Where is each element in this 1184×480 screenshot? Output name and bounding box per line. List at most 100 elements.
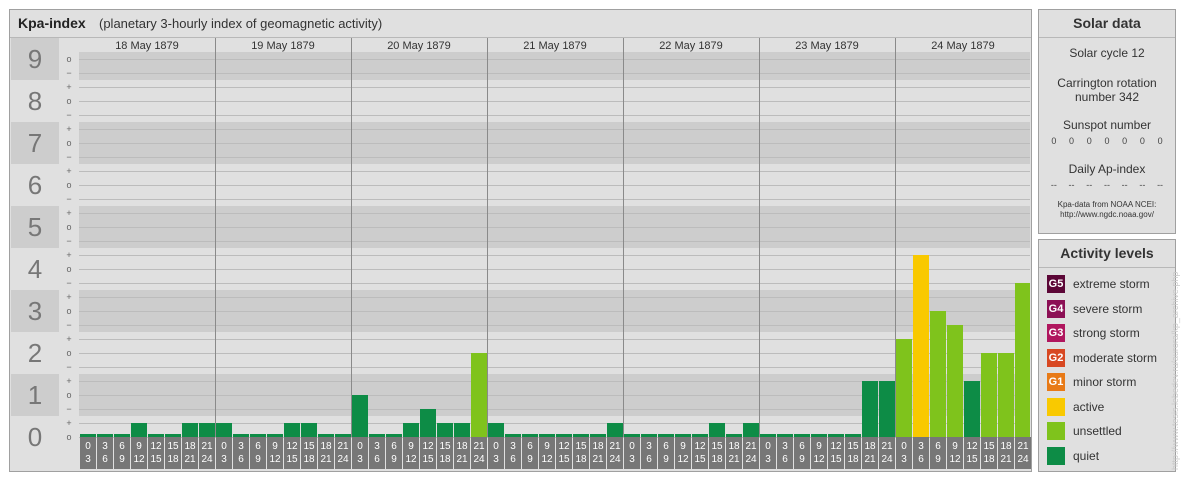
activity-level-label: unsettled: [1073, 424, 1122, 438]
kp-bar: [930, 311, 946, 437]
interval-tick-label: 69: [386, 437, 402, 469]
kp-bar: [131, 423, 147, 437]
date-label: 23 May 1879: [795, 40, 859, 52]
activity-level-swatch: [1047, 422, 1065, 440]
interval-tick-label: 69: [794, 437, 810, 469]
date-label: 19 May 1879: [251, 40, 315, 52]
plot-area: 18 May 1879 0 3 3 6 6 9 9 12 12 15 15 18 18 21 21 24 19 M…: [79, 38, 1031, 469]
interval-tick-label: 36: [233, 437, 249, 469]
interval-tick-label: 12 15: [692, 437, 708, 469]
activity-level-item: G5 extreme storm: [1047, 274, 1150, 294]
date-label: 24 May 1879: [931, 40, 995, 52]
k-sub-mark: +: [66, 124, 72, 134]
interval-tick-label: 9 12: [267, 437, 283, 469]
activity-level-swatch: G2: [1047, 348, 1065, 367]
k-sub-mark: o: [66, 432, 72, 442]
k-sub-mark: +: [66, 334, 72, 344]
activity-level-swatch: [1047, 397, 1065, 416]
k-sub-mark: +: [66, 208, 72, 218]
interval-tick-label: 03: [624, 437, 640, 469]
k-level-2: 2: [27, 338, 43, 368]
activity-level-item: unsettled: [1047, 421, 1122, 441]
k-sub-mark: +: [66, 418, 72, 428]
k-sub-mark: −: [66, 320, 72, 330]
interval-tick-label: 21 24: [743, 437, 759, 469]
k-level-3: 3: [11, 290, 59, 332]
activity-level-swatch: [1047, 446, 1065, 465]
activity-level-swatch: G4: [1047, 299, 1065, 318]
k-sub-mark: −: [66, 68, 72, 78]
kp-bar: [743, 423, 759, 437]
interval-tick-label: 69: [658, 437, 674, 469]
ap-label: Daily Ap-index: [1068, 162, 1146, 176]
interval-tick-label: 69: [930, 437, 946, 469]
k-level-1: 1: [11, 374, 59, 416]
interval-tick-label: 36: [369, 437, 385, 469]
kp-bar: [420, 408, 436, 437]
interval-tick-label: 9 12: [675, 437, 691, 469]
interval-tick-label: 12 15: [284, 437, 300, 469]
interval-tick-label: 36: [913, 437, 929, 469]
interval-tick-label: 15 18: [845, 437, 861, 469]
kp-bar: [437, 423, 453, 437]
k-sub-mark: o: [66, 138, 72, 148]
interval-tick-label: 18 21: [318, 437, 334, 469]
k-sub-mark: o: [66, 180, 72, 190]
ap-value: --: [1121, 180, 1128, 190]
activity-level-swatch: G1: [1047, 373, 1065, 391]
interval-tick-label: 21 24: [199, 437, 215, 469]
data-source-url[interactable]: http://www.ngdc.noaa.gov/: [1039, 210, 1175, 220]
kp-bar: [199, 423, 215, 437]
k-level-8: 8: [27, 86, 43, 116]
k-level-9: 9: [11, 38, 59, 80]
k-level-4: 4: [27, 254, 43, 284]
interval-tick-label: 15 18: [437, 437, 453, 469]
ap-value: --: [1050, 180, 1057, 190]
kpa-bar-chart: [79, 38, 1030, 438]
kp-bar: [964, 381, 980, 437]
interval-tick-label: 15 18: [709, 437, 725, 469]
k-level-axis: 0 1 2 3 4 5 6 7 8 9: [11, 38, 59, 469]
interval-tick-label: 21 24: [607, 437, 623, 469]
k-sub-mark: −: [66, 278, 72, 288]
kp-bar: [454, 423, 470, 437]
k-sub-mark: −: [66, 152, 72, 162]
sunspot-value: 0: [1104, 136, 1110, 146]
sunspot-value: 0: [1122, 136, 1128, 146]
k-sub-mark: o: [66, 222, 72, 232]
k-sub-mark: +: [66, 166, 72, 176]
activity-level-label: severe storm: [1073, 301, 1143, 316]
activity-level-item: quiet: [1047, 446, 1099, 466]
kp-bar: [709, 423, 725, 437]
interval-tick-label: 69: [114, 437, 130, 469]
activity-level-item: G2 moderate storm: [1047, 348, 1157, 368]
sunspot-values: 0 0 0 0 0 0 0: [1039, 136, 1175, 146]
ap-value: --: [1139, 180, 1146, 190]
activity-level-label: strong storm: [1073, 326, 1140, 340]
interval-tick-label: 36: [97, 437, 113, 469]
kp-bar: [862, 381, 878, 437]
interval-tick-label: 18 21: [862, 437, 878, 469]
activity-level-item: G3 strong storm: [1047, 323, 1140, 343]
interval-tick-label: 36: [505, 437, 521, 469]
interval-tick-label: 9 12: [811, 437, 827, 469]
interval-tick-label: 12 15: [964, 437, 980, 469]
interval-tick-label: 9 12: [403, 437, 419, 469]
interval-tick-label: 15 18: [981, 437, 997, 469]
k-level-5: 5: [11, 206, 59, 248]
k-sub-mark: +: [66, 292, 72, 302]
interval-tick-label: 03: [488, 437, 504, 469]
data-source-note: Kpa-data from NOAA NCEI: http://www.ngdc…: [1039, 200, 1175, 220]
interval-tick-label: 69: [522, 437, 538, 469]
interval-tick-label: 03: [216, 437, 232, 469]
chart-header: Kpa-index (planetary 3-hourly index of g…: [10, 10, 1031, 38]
sunspot-value: 0: [1139, 136, 1145, 146]
solar-data-panel: Solar data Solar cycle 12 Carrington rot…: [1038, 9, 1176, 234]
k-sub-mark: o: [66, 306, 72, 316]
k-sub-mark: −: [66, 110, 72, 120]
sunspot-label: Sunspot number: [1062, 118, 1152, 132]
interval-tick-label: 18 21: [454, 437, 470, 469]
interval-tick-label: 18 21: [182, 437, 198, 469]
k-sublevel-axis: + o + o − + o − + o − + o − + o − + o − + o − + o − o −: [60, 38, 78, 469]
chart-subtitle: (planetary 3-hourly index of geomagnetic…: [99, 16, 383, 31]
